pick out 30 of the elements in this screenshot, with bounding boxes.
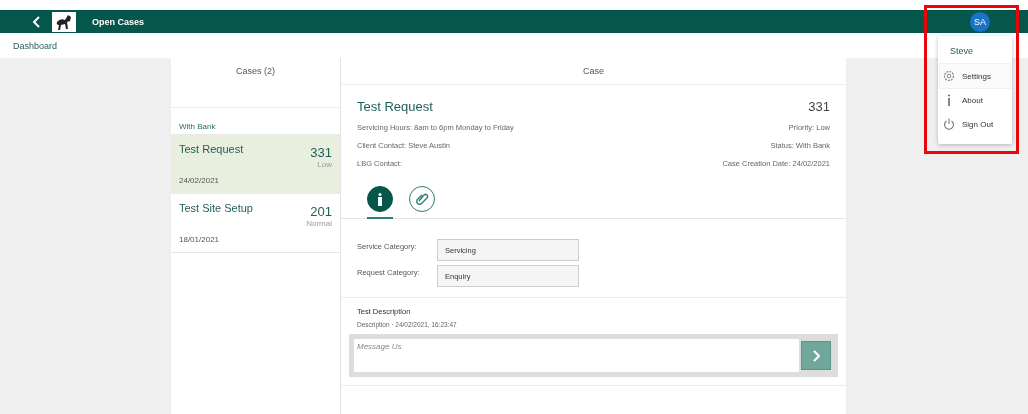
attachment-tab[interactable] [409,186,435,212]
case-title: Test Request [179,143,245,157]
user-name: Steve [950,46,973,56]
group-label: With Bank [179,122,216,131]
back-icon[interactable] [32,15,42,28]
panel-title: Case [583,66,604,76]
case-date: 24/02/2021 [179,175,221,185]
menu-item[interactable]: Settings [940,64,1010,88]
info-icon [377,192,383,206]
case-priority: Normal [306,219,332,229]
panel-title: Cases (2) [236,66,275,78]
send-button[interactable] [801,341,831,370]
case-title: Test Request [357,99,434,114]
power-icon [943,118,955,130]
case-number: 331 [310,145,332,161]
message-field[interactable]: Message Us [354,339,799,372]
settings-icon [943,70,955,82]
paperclip-icon [415,192,429,206]
chevron-icon [812,349,820,362]
case-number: 201 [309,204,332,220]
page-title: Open Cases [92,16,145,27]
case-title: Test Site Setup [179,202,254,216]
case-date: 18/01/2021 [179,234,221,244]
menu-item[interactable]: Sign Out [940,112,1010,136]
case-item[interactable]: Test Site Setup 201 Normal 18/01/2021 [171,193,340,253]
case-item[interactable]: Test Request 331 Low 24/02/2021 [171,134,340,194]
case-number: 331 [807,99,830,114]
menu-item[interactable]: About [940,88,1010,112]
case-priority: Low [316,160,332,170]
breadcrumb-link[interactable]: Dashboard [13,41,58,51]
